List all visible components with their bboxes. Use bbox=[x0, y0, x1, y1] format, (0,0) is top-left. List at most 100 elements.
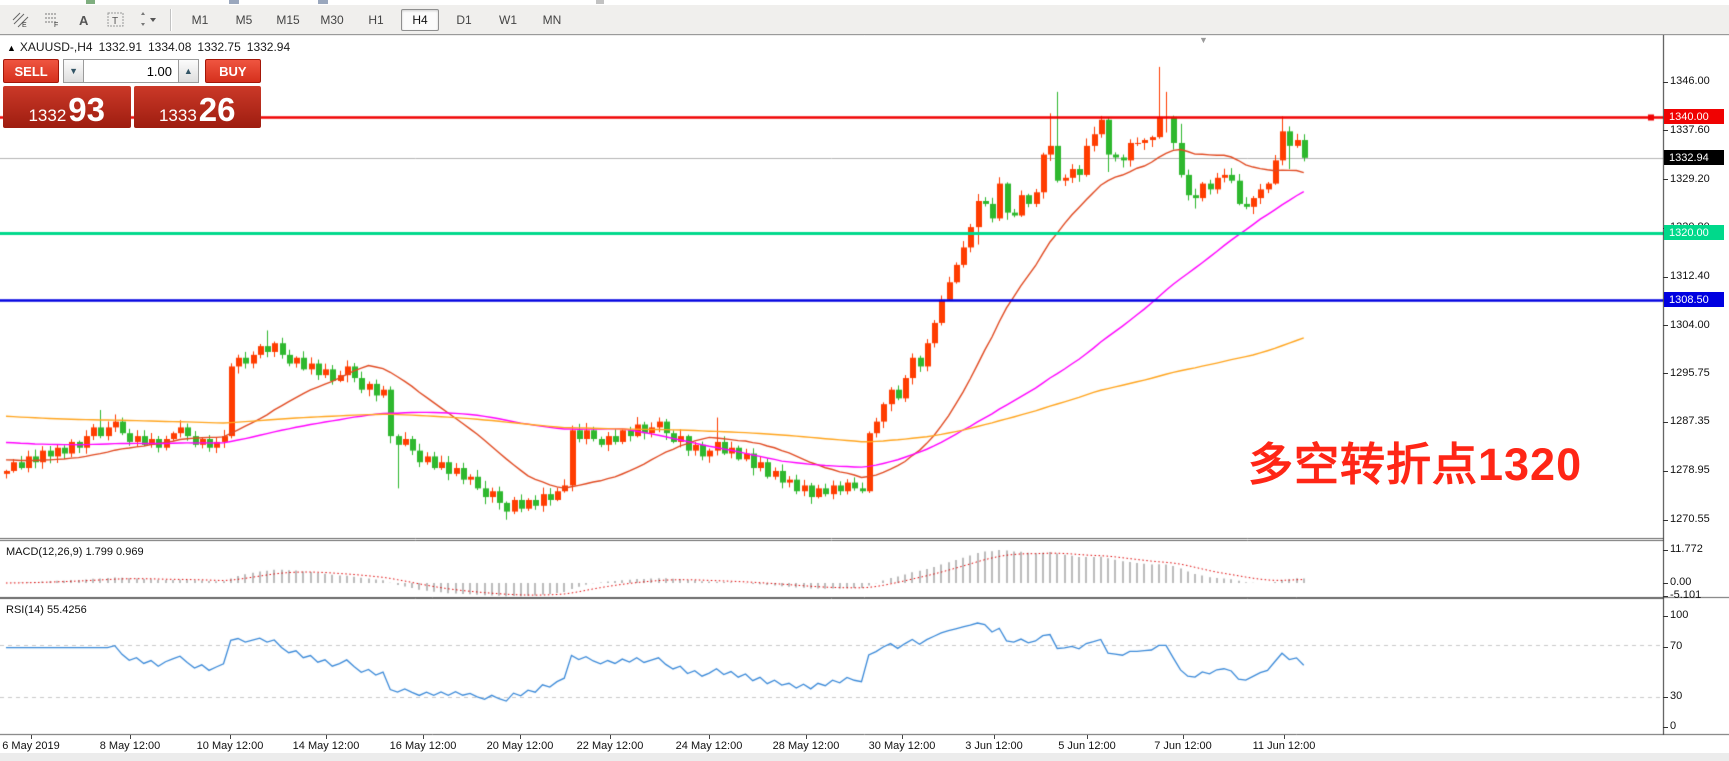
time-tick-label: 14 May 12:00 bbox=[293, 740, 360, 752]
equidistant-channel-icon[interactable]: E bbox=[6, 7, 34, 33]
rsi-tick bbox=[1663, 727, 1668, 728]
time-tick bbox=[130, 735, 131, 739]
ask-price-panel[interactable]: 1333 26 bbox=[134, 86, 262, 128]
price-level-badge: 1340.00 bbox=[1664, 109, 1724, 124]
svg-text:E: E bbox=[22, 22, 27, 28]
timeframe-button-d1[interactable]: D1 bbox=[445, 9, 483, 31]
price-tick-label: 1346.00 bbox=[1670, 75, 1710, 87]
price-tick bbox=[1663, 82, 1668, 83]
svg-text:T: T bbox=[112, 16, 118, 27]
price-level-badge: 1332.94 bbox=[1664, 150, 1724, 165]
text-label-icon[interactable]: A bbox=[70, 7, 98, 33]
price-tick bbox=[1663, 130, 1668, 131]
rsi-tick bbox=[1663, 647, 1668, 648]
text-box-icon[interactable]: T bbox=[102, 7, 130, 33]
timeframe-button-w1[interactable]: W1 bbox=[489, 9, 527, 31]
timeframe-button-mn[interactable]: MN bbox=[533, 9, 571, 31]
rsi-indicator-label: RSI(14) 55.4256 bbox=[6, 604, 87, 616]
price-tick-label: 1304.00 bbox=[1670, 319, 1710, 331]
toolbar-remnant bbox=[229, 0, 239, 4]
time-tick bbox=[806, 735, 807, 739]
time-tick bbox=[423, 735, 424, 739]
bid-price-pips: 93 bbox=[68, 96, 105, 124]
price-tick bbox=[1663, 422, 1668, 423]
time-tick bbox=[610, 735, 611, 739]
ask-price-pips: 26 bbox=[199, 96, 236, 124]
rsi-tick-label: 0 bbox=[1670, 720, 1676, 732]
one-click-trading-widget: SELL ▼ ▲ BUY 1332 93 1333 26 bbox=[3, 59, 261, 128]
volume-decrease-button[interactable]: ▼ bbox=[63, 59, 84, 83]
price-tick-label: 1337.60 bbox=[1670, 124, 1710, 136]
chart-text-annotation: 多空转折点1320 bbox=[1248, 428, 1582, 493]
ask-price-main: 1333 bbox=[159, 107, 197, 124]
time-tick bbox=[1284, 735, 1285, 739]
chart-title: ▲XAUUSD-,H41332.911334.081332.751332.94 bbox=[7, 40, 296, 54]
timeframe-button-m1[interactable]: M1 bbox=[181, 9, 219, 31]
volume-input[interactable] bbox=[84, 59, 178, 83]
toolbar-separator bbox=[170, 9, 172, 31]
drawing-tools: EFAT bbox=[4, 7, 164, 33]
chart-shift-marker-icon[interactable]: ▼ bbox=[1199, 35, 1208, 45]
ohlc-low: 1332.75 bbox=[197, 40, 240, 54]
macd-indicator-label: MACD(12,26,9) 1.799 0.969 bbox=[6, 546, 144, 558]
timeframe-button-m15[interactable]: M15 bbox=[269, 9, 307, 31]
time-tick-label: 6 May 2019 bbox=[2, 740, 59, 752]
timeframe-buttons: M1 M5 M15 M30 H1 H4 D1 W1 MN bbox=[178, 9, 574, 31]
price-tick-label: 1329.20 bbox=[1670, 173, 1710, 185]
toolbar-remnant bbox=[596, 0, 604, 4]
ohlc-close: 1332.94 bbox=[247, 40, 290, 54]
price-tick bbox=[1663, 179, 1668, 180]
macd-tick bbox=[1663, 583, 1668, 584]
timeframe-button-h4[interactable]: H4 bbox=[401, 9, 439, 31]
macd-tick-label: -5.101 bbox=[1670, 589, 1701, 601]
time-tick-label: 20 May 12:00 bbox=[487, 740, 554, 752]
rsi-tick-label: 70 bbox=[1670, 640, 1682, 652]
time-tick bbox=[709, 735, 710, 739]
time-tick bbox=[520, 735, 521, 739]
price-tick-label: 1312.40 bbox=[1670, 270, 1710, 282]
buy-button[interactable]: BUY bbox=[205, 59, 261, 83]
timeframe-button-m5[interactable]: M5 bbox=[225, 9, 263, 31]
ohlc-high: 1334.08 bbox=[148, 40, 191, 54]
time-tick bbox=[902, 735, 903, 739]
macd-tick-label: 0.00 bbox=[1670, 576, 1691, 588]
price-tick bbox=[1663, 325, 1668, 326]
price-tick-label: 1295.75 bbox=[1670, 367, 1710, 379]
price-tick-label: 1287.35 bbox=[1670, 415, 1710, 427]
time-tick-label: 5 Jun 12:00 bbox=[1058, 740, 1116, 752]
toolbar-remnant bbox=[86, 0, 95, 4]
arrows-dropdown-icon[interactable] bbox=[134, 7, 162, 33]
time-tick-label: 24 May 12:00 bbox=[676, 740, 743, 752]
macd-tick bbox=[1663, 550, 1668, 551]
toolbar-remnant bbox=[318, 0, 328, 4]
rsi-tick bbox=[1663, 697, 1668, 698]
symbol-period: XAUUSD-,H4 bbox=[20, 40, 93, 54]
price-tick-label: 1278.95 bbox=[1670, 464, 1710, 476]
time-tick-label: 16 May 12:00 bbox=[390, 740, 457, 752]
timeframe-button-m30[interactable]: M30 bbox=[313, 9, 351, 31]
mt4-window: E F A T M1 M5 M15 M30 H1 H4 D1 W1 MN ▲ XAUUSD-,H4 133… bbox=[0, 0, 1729, 761]
time-tick bbox=[31, 735, 32, 739]
bid-price-panel[interactable]: 1332 93 bbox=[3, 86, 131, 128]
collapse-arrow-icon[interactable]: ▲ bbox=[7, 43, 16, 53]
timeframe-button-h1[interactable]: H1 bbox=[357, 9, 395, 31]
macd-tick-label: 11.772 bbox=[1670, 543, 1703, 555]
time-tick bbox=[230, 735, 231, 739]
volume-increase-button[interactable]: ▲ bbox=[178, 59, 199, 83]
status-strip bbox=[0, 753, 1729, 761]
price-tick bbox=[1663, 373, 1668, 374]
time-tick-label: 30 May 12:00 bbox=[869, 740, 936, 752]
svg-text:F: F bbox=[54, 22, 58, 28]
bid-price-main: 1332 bbox=[28, 107, 66, 124]
rsi-tick-label: 30 bbox=[1670, 690, 1682, 702]
price-tick bbox=[1663, 277, 1668, 278]
svg-text:A: A bbox=[79, 13, 89, 28]
toolbar: E F A T M1 M5 M15 M30 H1 H4 D1 W1 MN bbox=[0, 5, 1729, 35]
fibonacci-retracement-icon[interactable]: F bbox=[38, 7, 66, 33]
sell-button[interactable]: SELL bbox=[3, 59, 59, 83]
time-tick-label: 3 Jun 12:00 bbox=[965, 740, 1023, 752]
price-level-badge: 1320.00 bbox=[1664, 225, 1724, 240]
price-tick bbox=[1663, 471, 1668, 472]
time-tick bbox=[1183, 735, 1184, 739]
price-level-badge: 1308.50 bbox=[1664, 292, 1724, 307]
